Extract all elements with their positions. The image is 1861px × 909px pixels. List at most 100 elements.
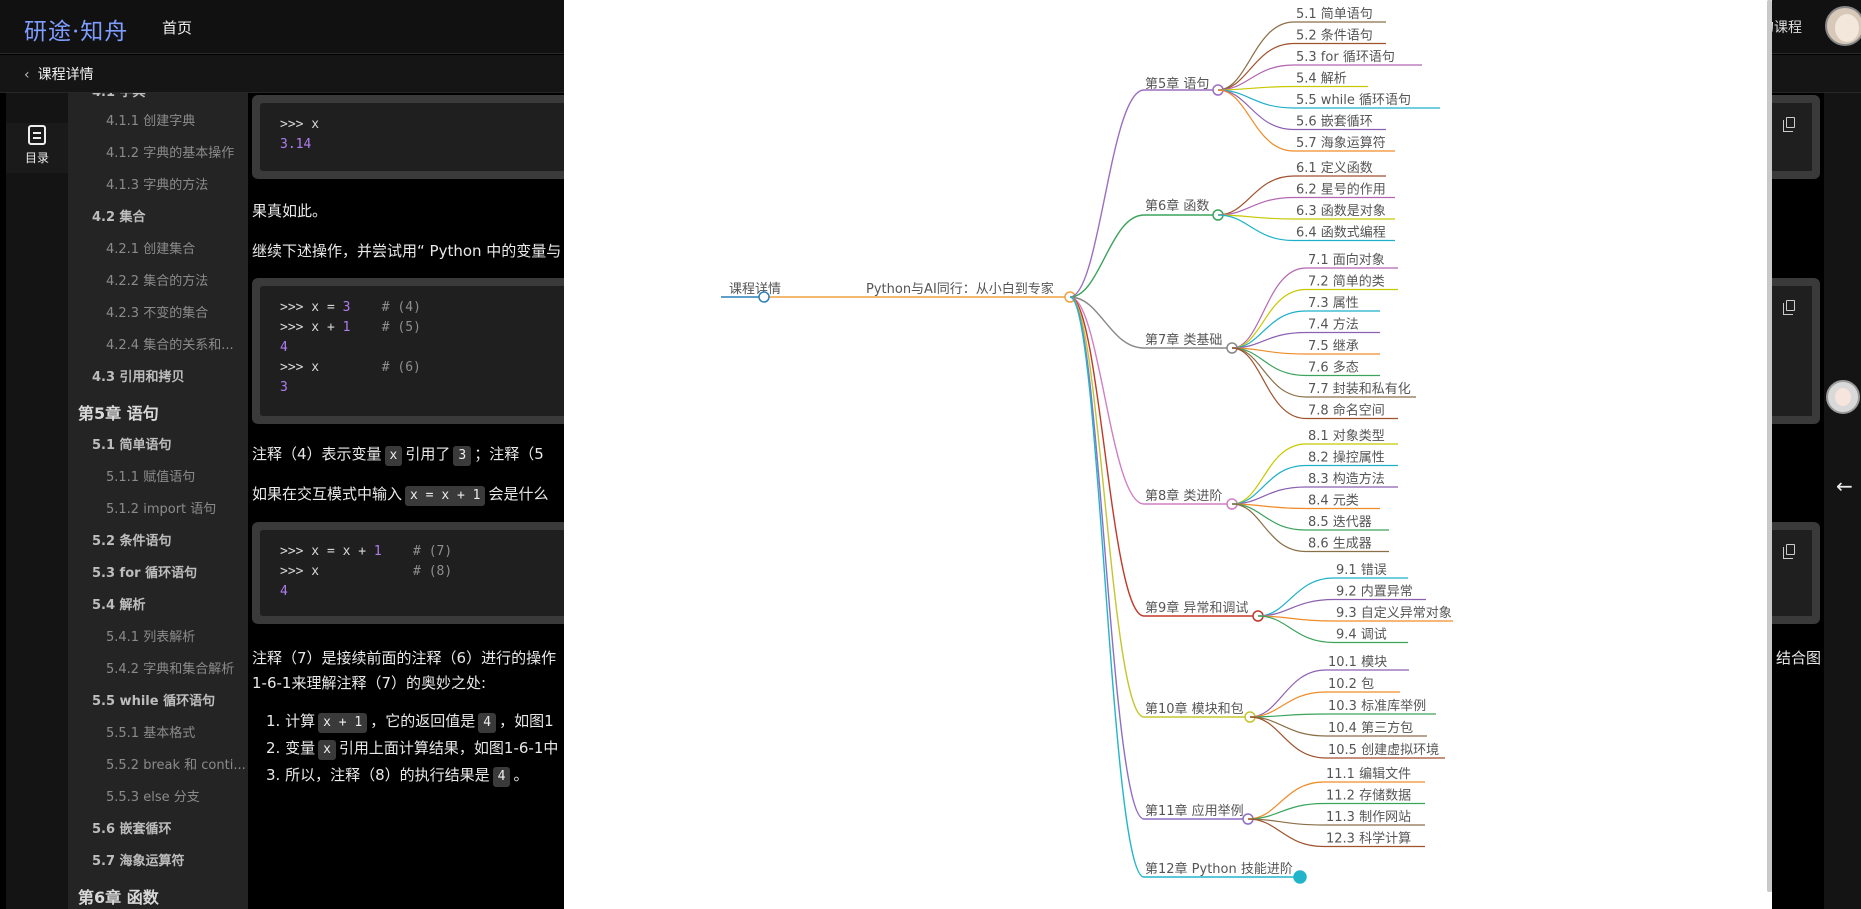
toc-item[interactable]: 5.3 for 循环语句 [92, 562, 246, 581]
section-label: 5.6 嵌套循环 [1296, 114, 1373, 130]
chapter-label: 第6章 函数 [1145, 198, 1209, 214]
section-label: 10.3 标准库举例 [1328, 698, 1426, 714]
text: 引用了 [405, 445, 451, 463]
section-label: 6.4 函数式编程 [1296, 226, 1386, 241]
toc-item[interactable]: 5.2 条件语句 [92, 530, 246, 549]
toc-item[interactable]: 4.2.3 不变的集合 [106, 302, 246, 321]
item-branch [1257, 577, 1335, 617]
paragraph: 果真如此。 [252, 202, 328, 220]
section-label: 7.6 多态 [1308, 360, 1359, 376]
overlay-scrollbar[interactable] [1767, 0, 1772, 892]
item-branch [1247, 818, 1325, 848]
code-line: 4 [280, 584, 288, 599]
paragraph: 继续下述操作，并尝试用“ Python 中的变量与 [252, 242, 562, 260]
text: 1. 计算 [266, 712, 316, 730]
toc-item[interactable]: 4.1 字典 [92, 93, 246, 100]
code-block: >>> x 3.14 [252, 95, 565, 179]
item-branch [1231, 503, 1307, 553]
toc-item[interactable]: 5.7 海象运算符 [92, 850, 246, 869]
chapter-label: 第10章 模块和包 [1145, 701, 1244, 717]
toc-item[interactable]: 4.3 引用和拷贝 [92, 366, 246, 385]
chapter-branch [1069, 296, 1145, 718]
copy-icon[interactable] [1783, 544, 1795, 559]
toc-item[interactable]: 4.1.3 字典的方法 [106, 174, 246, 193]
toc-item[interactable]: 5.5.1 基本格式 [106, 722, 246, 741]
code-block-edge [1772, 95, 1820, 179]
section-label: 8.2 操控属性 [1308, 450, 1385, 466]
toc-item[interactable]: 第6章 函数 [78, 884, 246, 908]
section-label: 5.5 while 循环语句 [1296, 93, 1411, 108]
toc-item[interactable]: 4.2.2 集合的方法 [106, 270, 246, 289]
toc-item[interactable]: 5.4.1 列表解析 [106, 626, 246, 645]
text: 3. 所以，注释（8）的执行结果是 [266, 766, 490, 784]
nav-home-link[interactable]: 首页 [162, 17, 192, 38]
item-branch [1217, 21, 1295, 91]
document-list-icon [28, 125, 46, 145]
toc-item[interactable]: 4.1.2 字典的基本操作 [106, 142, 246, 161]
mindmap-overlay: 课程详情 Python与AI同行：从小白到专家 第5章 语句 5.1 简单语句 5.2 … [564, 0, 1772, 909]
section-label: 6.2 星号的作用 [1296, 182, 1386, 198]
toc-item[interactable]: 4.2 集合 [92, 206, 246, 225]
toc-item[interactable]: 5.4 解析 [92, 594, 246, 613]
item-branch [1217, 175, 1295, 216]
paragraph: 1-6-1来理解注释（7）的奥妙之处: [252, 674, 487, 692]
section-label: 5.3 for 循环语句 [1296, 50, 1395, 65]
toc-item[interactable]: 5.1.1 赋值语句 [106, 466, 246, 485]
section-label: 8.3 构造方法 [1308, 471, 1385, 487]
inline-code: 4 [492, 767, 511, 787]
text: 如果在交互模式中输入 [252, 485, 403, 503]
toc-item[interactable]: 5.5.3 else 分支 [106, 786, 246, 805]
item-branch [1231, 267, 1307, 349]
arrow-left-icon[interactable]: ← [1836, 474, 1853, 498]
toc-toggle-button[interactable]: 目录 [6, 123, 68, 173]
mindmap-root-node [758, 291, 770, 303]
list-item: 3. 所以，注释（8）的执行结果是 4。 [266, 764, 528, 787]
copy-icon[interactable] [1783, 117, 1795, 132]
inline-code: x [318, 740, 336, 760]
user-avatar[interactable] [1825, 6, 1861, 46]
section-label: 5.1 简单语句 [1296, 6, 1373, 22]
toc-item[interactable]: 5.4.2 字典和集合解析 [106, 658, 246, 677]
toc-item[interactable]: 5.6 嵌套循环 [92, 818, 246, 837]
copy-icon[interactable] [1783, 300, 1795, 315]
toc-item[interactable]: 5.5 while 循环语句 [92, 690, 246, 709]
course-mindmap: 课程详情 Python与AI同行：从小白到专家 第5章 语句 5.1 简单语句 5.2 … [721, 6, 1453, 884]
item-branch [1247, 781, 1325, 820]
chapter-node [1293, 870, 1307, 884]
toc-item[interactable]: 5.5.2 break 和 conti... [106, 754, 246, 773]
section-label: 7.7 封装和私有化 [1308, 382, 1411, 397]
toc-item[interactable]: 4.2.1 创建集合 [106, 238, 246, 257]
code-line: 3 [280, 380, 288, 395]
section-label: 8.4 元类 [1308, 494, 1359, 509]
site-logo[interactable]: 研途·知舟 [24, 12, 128, 46]
code-line: 4 [280, 340, 288, 355]
section-label: 10.5 创建虚拟环境 [1328, 743, 1439, 758]
assistant-avatar[interactable] [1826, 380, 1860, 414]
inline-code: x = x + 1 [405, 486, 486, 506]
section-label: 9.2 内置异常 [1336, 584, 1413, 600]
toc-item[interactable]: 5.1 简单语句 [92, 434, 246, 453]
back-to-course-link[interactable]: ‹ 课程详情 [24, 64, 94, 84]
section-label: 9.3 自定义异常对象 [1336, 606, 1452, 621]
list-item: 1. 计算 x + 1 ，它的返回值是 4 ，如图1 [266, 710, 554, 733]
section-label: 8.1 对象类型 [1308, 429, 1385, 444]
toc-item[interactable]: 第5章 语句 [78, 400, 246, 424]
item-branch [1231, 347, 1307, 420]
section-label: 7.4 方法 [1308, 317, 1359, 333]
code-line: >>> x + 1 # (5) [280, 320, 421, 335]
toc-item[interactable]: 4.1.1 创建字典 [106, 110, 246, 129]
inline-code: 4 [478, 713, 497, 733]
article-content: >>> x 3.14 果真如此。 继续下述操作，并尝试用“ Python 中的变量… [248, 93, 565, 909]
chapter-label: 第8章 类进阶 [1145, 488, 1222, 504]
toc-item[interactable]: 4.2.4 集合的关系和... [106, 334, 246, 353]
code-content: >>> x = x + 1 # (7) >>> x # (8) 4 [260, 530, 565, 616]
right-rail [1824, 93, 1861, 909]
chapter-label: 第11章 应用举例 [1145, 803, 1244, 819]
text: ；注释（5 [474, 445, 544, 463]
item-branch [1249, 691, 1327, 718]
item-branch [1249, 669, 1327, 718]
toc-toggle-label: 目录 [24, 151, 49, 165]
section-label: 7.3 属性 [1308, 296, 1359, 311]
toc-item[interactable]: 5.1.2 import 语句 [106, 498, 246, 517]
text: 引用上面计算结果，如图1-6-1中 [338, 739, 559, 757]
